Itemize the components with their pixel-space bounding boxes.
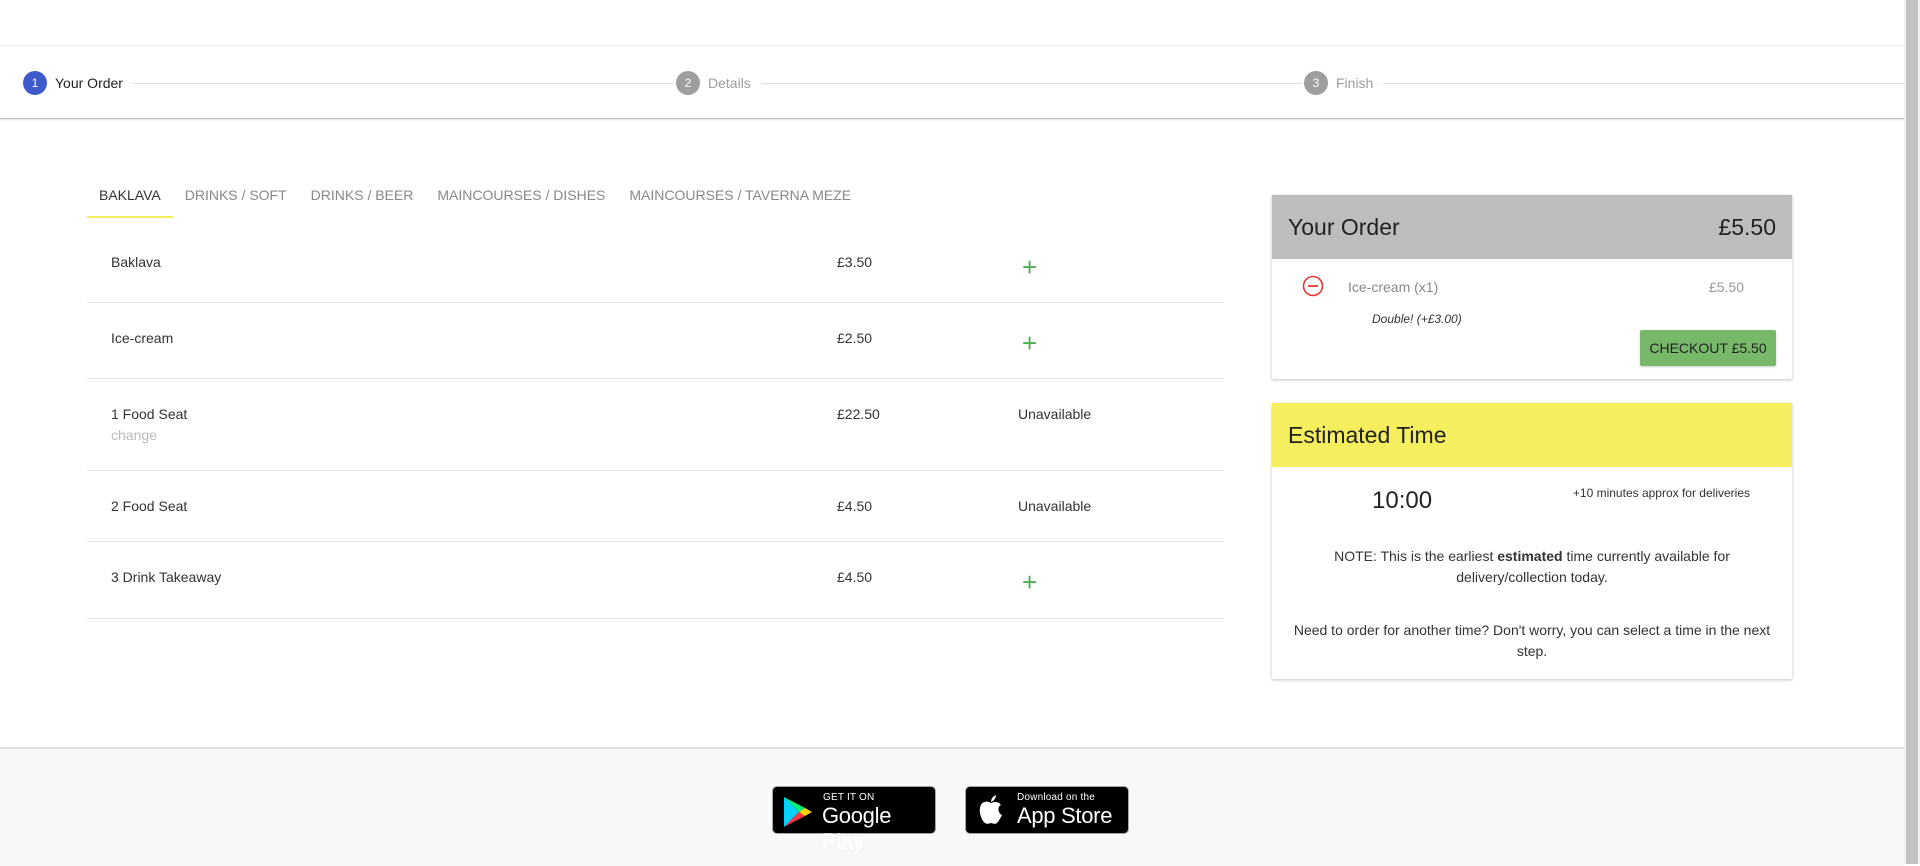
tab-drinks-soft[interactable]: DRINKS / SOFT (173, 176, 299, 216)
item-price: £4.50 (837, 569, 873, 585)
item-name: Baklava (111, 254, 161, 270)
app-store-small-text: Download on the (1017, 792, 1096, 803)
step-number: 1 (23, 71, 47, 95)
checkout-button[interactable]: CHECKOUT £5.50 (1640, 330, 1776, 366)
apple-icon (979, 795, 1002, 824)
step-finish: 3 Finish (1304, 71, 1373, 95)
menu-item-2-food-seat: 2 Food Seat £4.50 Unavailable (87, 471, 1224, 542)
order-total: £5.50 (1718, 214, 1776, 240)
item-price: £22.50 (837, 406, 880, 422)
step-number: 2 (676, 71, 700, 95)
menu-item-3-drink-takeaway: 3 Drink Takeaway £4.50 + (87, 542, 1224, 619)
order-summary-card: Your Order £5.50 Ice-cream (x1) £5.50 Do… (1272, 195, 1792, 379)
another-time-note: Need to order for another time? Don't wo… (1293, 622, 1771, 659)
tab-maincourses-dishes[interactable]: MAINCOURSES / DISHES (425, 176, 617, 216)
unavailable-label: Unavailable (1018, 498, 1092, 514)
step-label: Finish (1336, 75, 1374, 91)
earliest-time-note: NOTE: This is the earliest estimated tim… (1322, 546, 1742, 588)
vertical-scrollbar[interactable] (1904, 0, 1920, 864)
footer: GET IT ON Google Play Download on the Ap… (0, 747, 1904, 866)
google-play-big-text: Google Play (822, 803, 892, 854)
add-item-button[interactable]: + (1022, 254, 1037, 280)
google-play-icon (784, 797, 812, 827)
item-name: 2 Food Seat (111, 498, 188, 514)
step-number: 3 (1304, 71, 1328, 95)
item-name: 1 Food Seat (111, 406, 188, 422)
order-line-name: Ice-cream (x1) (1348, 279, 1439, 295)
menu-list: Baklava £3.50 + Ice-cream £2.50 + 1 Food… (87, 220, 1224, 619)
change-option-link[interactable]: change (111, 427, 157, 443)
item-name: Ice-cream (111, 330, 174, 346)
add-item-button[interactable]: + (1022, 569, 1037, 595)
app-store-badge[interactable]: Download on the App Store (965, 786, 1129, 834)
step-connector (1383, 83, 1904, 84)
step-label: Your Order (55, 75, 123, 91)
tab-drinks-beer[interactable]: DRINKS / BEER (299, 176, 426, 216)
app-store-big-text: App Store (1017, 803, 1113, 828)
menu-item-ice-cream: Ice-cream £2.50 + (87, 303, 1224, 379)
remove-circle-icon[interactable] (1302, 275, 1324, 297)
step-connector (761, 83, 1302, 84)
order-title: Your Order (1288, 214, 1400, 240)
step-your-order: 1 Your Order (23, 71, 123, 95)
google-play-small-text: GET IT ON (823, 792, 875, 803)
order-header: Your Order £5.50 (1272, 195, 1792, 259)
checkout-stepper: 1 Your Order 2 Details 3 Finish (0, 46, 1904, 119)
item-price: £3.50 (837, 254, 873, 270)
step-label: Details (708, 75, 751, 91)
estimated-time-value: 10:00 (1372, 487, 1433, 514)
tab-maincourses-taverna-meze[interactable]: MAINCOURSES / TAVERNA MEZE (617, 176, 863, 216)
scrollbar-thumb[interactable] (1906, 0, 1918, 864)
step-details: 2 Details (676, 71, 751, 95)
google-play-badge[interactable]: GET IT ON Google Play (772, 786, 936, 854)
note-prefix: NOTE: This is the earliest (1334, 548, 1498, 564)
item-price: £4.50 (837, 498, 873, 514)
order-line-price: £5.50 (1708, 279, 1744, 295)
unavailable-label: Unavailable (1018, 406, 1092, 422)
delivery-time-note: +10 minutes approx for deliveries (1572, 486, 1750, 500)
item-name: 3 Drink Takeaway (111, 569, 222, 585)
note-bold: estimated (1497, 548, 1563, 564)
menu-item-1-food-seat: 1 Food Seat change £22.50 Unavailable (87, 379, 1224, 471)
category-tabs: BAKLAVA DRINKS / SOFT DRINKS / BEER MAIN… (87, 176, 863, 219)
estimated-time-card: Estimated Time 10:00 +10 minutes approx … (1272, 403, 1792, 679)
menu-item-baklava: Baklava £3.50 + (87, 220, 1224, 303)
estimated-time-title: Estimated Time (1288, 422, 1447, 448)
order-line-option: Double! (+£3.00) (1372, 312, 1462, 326)
item-price: £2.50 (837, 330, 873, 346)
step-connector (133, 83, 674, 84)
tab-baklava[interactable]: BAKLAVA (87, 176, 173, 218)
estimated-time-header: Estimated Time (1272, 403, 1792, 467)
top-bar (0, 0, 1904, 46)
add-item-button[interactable]: + (1022, 330, 1037, 356)
